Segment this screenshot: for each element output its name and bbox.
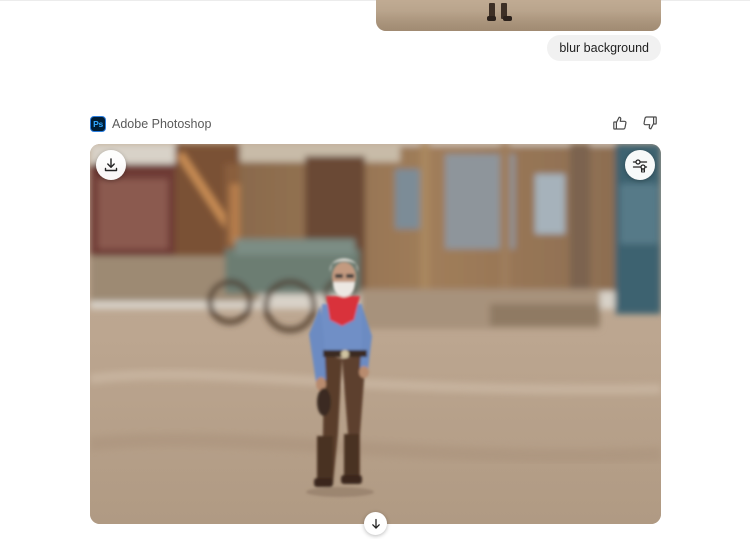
arrow-down-icon <box>371 518 380 529</box>
thumbs-down-icon[interactable] <box>642 115 658 131</box>
user-message-bubble: blur background <box>547 35 661 61</box>
thumbs-up-icon[interactable] <box>612 115 628 131</box>
blurred-western-street-photo <box>90 144 661 524</box>
result-image[interactable] <box>90 144 661 524</box>
adjust-image-button[interactable] <box>625 150 655 180</box>
scroll-to-bottom-button[interactable] <box>364 512 387 535</box>
previous-image-boot-left <box>487 16 496 21</box>
previous-image-ground <box>376 11 661 31</box>
assistant-header: Ps Adobe Photoshop <box>90 114 211 134</box>
assistant-app-name: Adobe Photoshop <box>112 117 212 131</box>
download-icon <box>104 158 118 172</box>
previous-result-image[interactable] <box>376 0 661 31</box>
previous-image-boot-right <box>503 16 512 21</box>
download-image-button[interactable] <box>96 150 126 180</box>
adjust-sliders-icon <box>632 159 648 173</box>
photoshop-logo-icon: Ps <box>90 116 106 132</box>
